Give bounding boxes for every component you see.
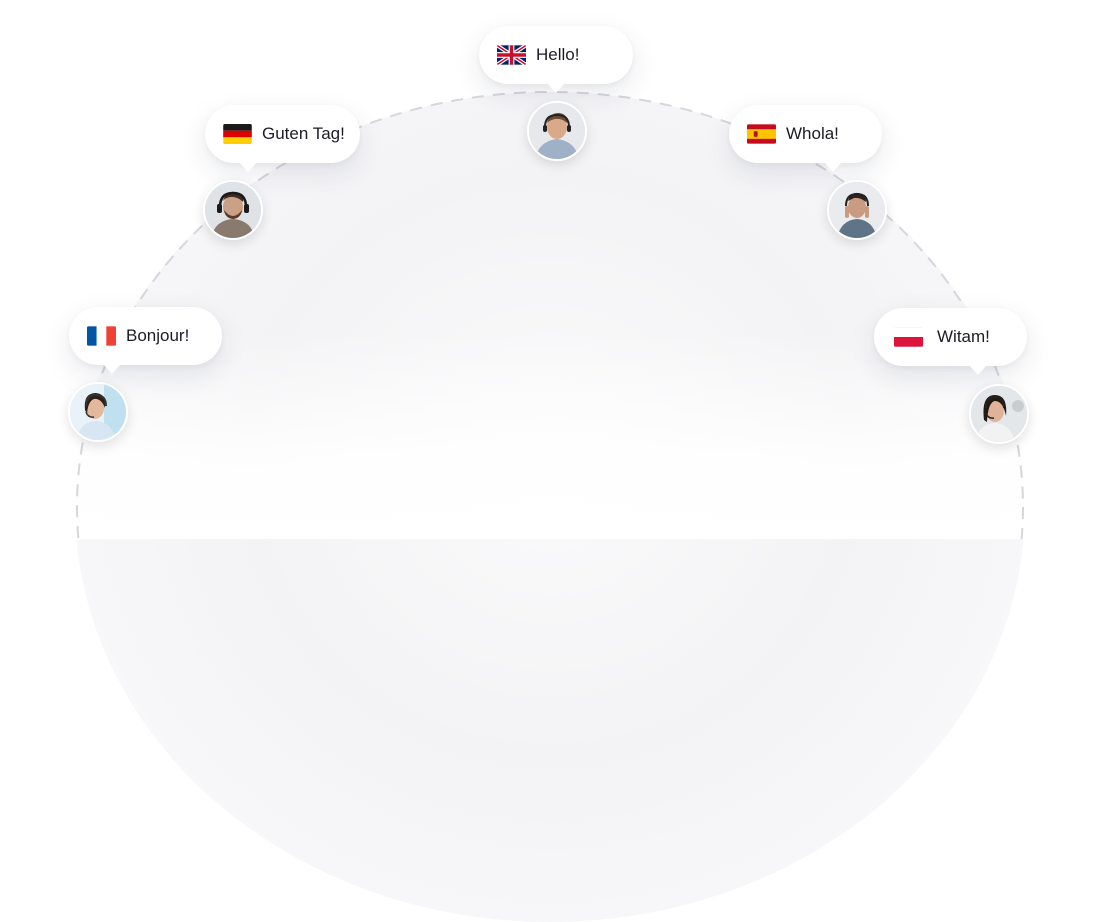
greeting-text-uk: Hello!: [536, 45, 580, 64]
greeting-bubble-de: Guten Tag!: [205, 105, 360, 172]
greeting-bubble-es: Whola!: [729, 105, 882, 172]
avatar-agent-de: [203, 180, 263, 240]
greeting-bubble-pl: Witam!: [874, 308, 1027, 375]
avatar-agent-fr: [68, 382, 128, 442]
avatar-agent-es: [827, 180, 887, 240]
france-flag-icon: [87, 326, 116, 346]
germany-flag-icon: [223, 124, 252, 144]
uk-flag-icon: [497, 45, 526, 65]
greeting-text-fr: Bonjour!: [126, 326, 190, 345]
avatar-agent-pl: [969, 384, 1029, 444]
poland-flag-icon: [894, 327, 923, 347]
greeting-text-de: Guten Tag!: [262, 124, 345, 143]
greetings-illustration: Hello! Guten Tag! Whola! Bonjour! Witam!: [0, 0, 1100, 922]
greeting-bubble-fr: Bonjour!: [69, 307, 222, 374]
greeting-bubble-uk: Hello!: [479, 26, 633, 93]
greeting-text-es: Whola!: [786, 124, 839, 143]
spain-flag-icon: [747, 124, 776, 144]
greeting-text-pl: Witam!: [937, 327, 990, 346]
avatar-agent-uk: [527, 101, 587, 161]
